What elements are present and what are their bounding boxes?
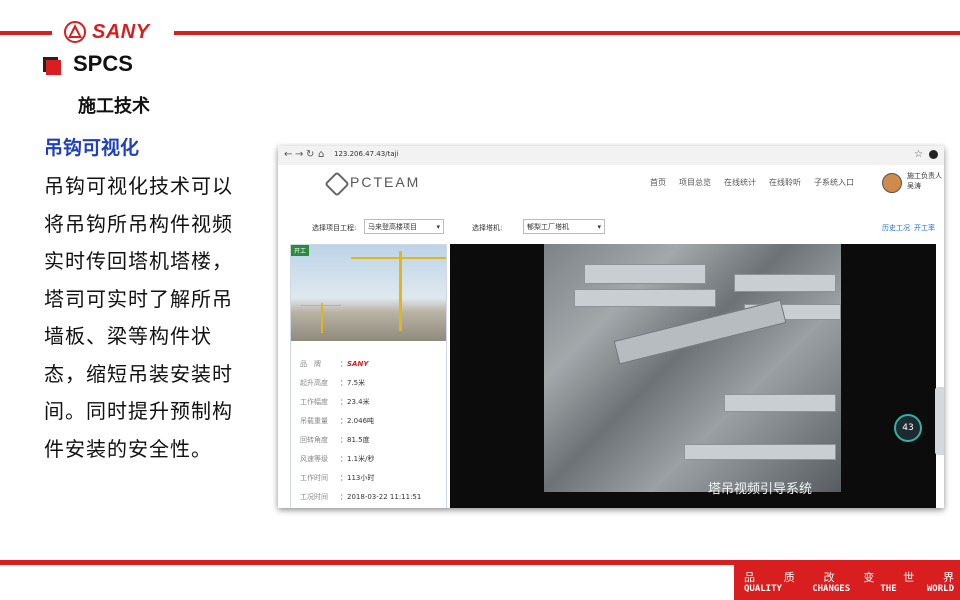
open-rate-link[interactable]: 开工率 [914,223,935,233]
sany-emblem-icon [64,21,86,43]
crane-mast [399,251,402,331]
stat-value: 113小时 [347,474,375,482]
nav-item-listen[interactable]: 在线聆听 [769,177,801,188]
crane-jib [301,305,341,306]
site-photo: 开工 [291,245,446,341]
slide-subtitle: 施工技术 [78,96,150,117]
stat-label: 回转角度 [300,436,328,444]
user-info[interactable]: 施工负责人 吴涛 [907,171,942,191]
body-paragraph: 吊钩可视化技术可以将吊钩所吊构件视频实时传回塔机塔楼，塔司可实时了解所吊墙板、梁… [44,174,233,461]
user-name: 吴涛 [907,182,921,190]
back-arrow-icon[interactable]: ← [284,149,292,160]
slogan-cn-char: 质 [783,571,795,584]
stat-value: SANY [347,360,369,368]
stat-label: 起升高度 [300,379,328,387]
browser-menu-icon[interactable] [929,150,938,159]
wall-panel [734,274,836,292]
stat-row: 工作幅度 ：23.4米 [300,393,421,412]
stat-label: 工作时间 [300,474,328,482]
camera-feed [544,244,841,492]
video-caption: 塔吊视频引导系统 [708,482,813,497]
top-rule-right [174,31,960,35]
slogan-cn-char: 品 [744,571,755,584]
crane-select[interactable]: 郁梨工厂塔机 ▾ [523,219,605,234]
wall-panel [724,394,836,412]
nav-item-subsystems[interactable]: 子系统入口 [814,177,854,188]
pcteam-logo-icon [324,171,350,197]
crane-select-value: 郁梨工厂塔机 [527,223,569,231]
home-icon[interactable]: ⌂ [318,149,324,160]
slide-title: SPCS [73,51,133,76]
nav-item-overview[interactable]: 项目总览 [679,177,711,188]
stat-value: 23.4米 [347,398,370,406]
forward-arrow-icon[interactable]: → [295,149,303,160]
status-badge: 开工 [291,245,310,256]
crane-info-card: 开工 品 牌：SANY 起升高度 ：7.5米 工作幅度 ：23.4米 吊载重量 ：2.… [290,244,447,508]
side-panel-handle[interactable] [935,387,944,455]
filter-row: 选择项目工程: 马来登高楼项目 ▾ 选择塔机: 郁梨工厂塔机 ▾ 历史工况 开工… [278,201,944,237]
slogan-cn: 品 质 改 变 世 界 [744,569,954,585]
wall-panel [584,264,706,284]
slogan-en-word: WORLD [926,584,954,594]
browser-window: ← → ↻ ⌂ 123.206.47.43/taji ☆ PCTEAM 首页 项… [278,146,944,508]
slogan-cn-char: 世 [903,571,915,584]
lifted-beam [613,299,787,365]
crane-stats: 品 牌：SANY 起升高度 ：7.5米 工作幅度 ：23.4米 吊载重量 ：2.046… [300,355,421,507]
bookmark-star-icon[interactable]: ☆ [914,149,923,160]
stat-row: 起升高度 ：7.5米 [300,374,421,393]
app-brand[interactable]: PCTEAM [350,174,420,190]
crane-jib [351,257,446,259]
stat-value: 81.5度 [347,436,370,444]
slogan-en-word: CHANGES [812,584,851,594]
crane-mast [321,303,323,333]
avatar[interactable] [882,173,902,193]
reload-icon[interactable]: ↻ [306,149,314,160]
url-text[interactable]: 123.206.47.43/taji [334,150,399,158]
stat-label: 工况时间 [300,493,328,501]
slogan-box: 品 质 改 变 世 界 QUALITY CHANGES THE WORLD [734,565,960,600]
crane-select-label: 选择塔机: [472,224,503,232]
stat-row: 工作时间 ：113小时 [300,469,421,488]
caret-down-icon: ▾ [436,223,440,231]
stat-row: 工况时间 ：2018-03-22 11:11:51 [300,488,421,507]
slogan-cn-char: 改 [823,571,835,584]
slogan-en-word: THE [880,584,897,594]
stat-label: 品 牌 [300,360,321,368]
history-link[interactable]: 历史工况 [882,223,910,233]
stat-row: 回转角度 ：81.5度 [300,431,421,450]
sany-logo: SANY [64,18,150,46]
user-role: 施工负责人 [907,172,942,180]
section-title: 吊钩可视化 [44,137,140,159]
slogan-cn-char: 界 [942,571,954,584]
stat-value: 7.5米 [347,379,366,387]
video-player[interactable]: 塔吊视频引导系统 43 [450,244,936,508]
project-select[interactable]: 马来登高楼项目 ▾ [364,219,444,234]
address-bar: ← → ↻ ⌂ 123.206.47.43/taji ☆ [278,146,944,166]
stat-row: 吊载重量 ：2.046吨 [300,412,421,431]
stat-value: 2.046吨 [347,417,375,425]
stat-row: 风速等级 ：1.1米/秒 [300,450,421,469]
stat-row: 品 牌：SANY [300,355,421,374]
stat-value: 2018-03-22 11:11:51 [347,493,422,501]
wall-panel [684,444,836,460]
slogan-cn-char: 变 [863,571,875,584]
wall-panel [574,289,716,307]
project-select-value: 马来登高楼项目 [368,223,417,231]
stat-label: 吊载重量 [300,417,328,425]
main-nav: 首页 项目总览 在线统计 在线聆听 子系统入口 [650,177,854,188]
slogan-en-word: QUALITY [744,584,782,594]
speed-gauge: 43 [894,414,922,442]
stat-label: 工作幅度 [300,398,328,406]
slogan-en: QUALITY CHANGES THE WORLD [744,584,954,594]
stat-value: 1.1米/秒 [347,455,375,463]
nav-item-home[interactable]: 首页 [650,177,666,188]
project-select-label: 选择项目工程: [312,224,357,232]
caret-down-icon: ▾ [597,223,601,231]
top-rule-left [0,31,52,35]
app-header: PCTEAM 首页 项目总览 在线统计 在线聆听 子系统入口 施工负责人 吴涛 [278,165,944,202]
nav-item-stats[interactable]: 在线统计 [724,177,756,188]
logo-text: SANY [92,20,150,43]
stat-label: 风速等级 [300,455,328,463]
title-marker-red [46,60,61,75]
